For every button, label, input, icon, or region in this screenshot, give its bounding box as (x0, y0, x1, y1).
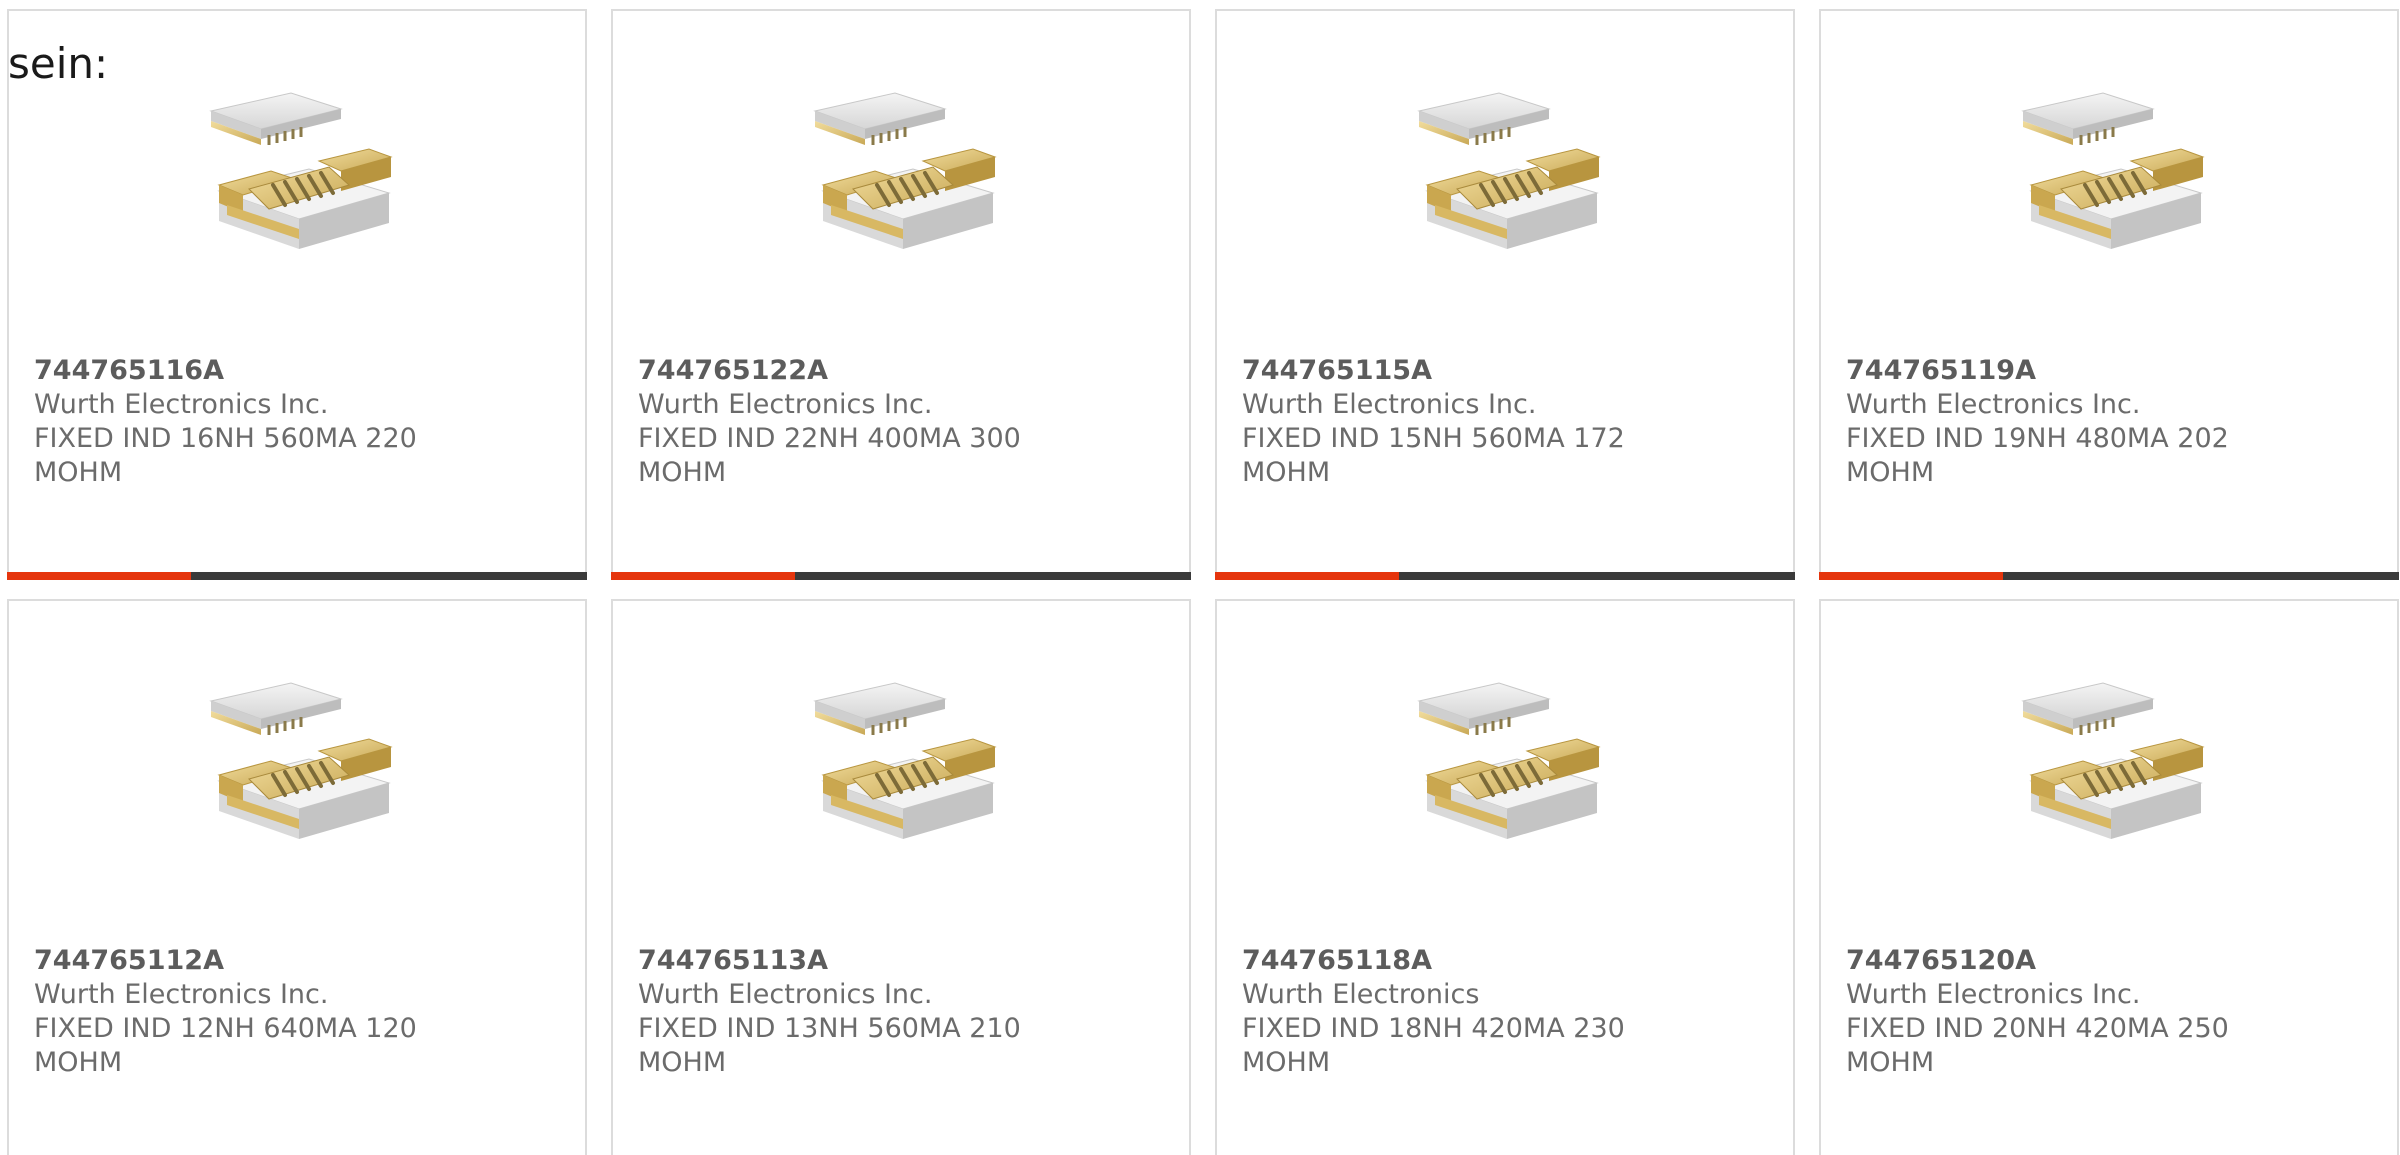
card-accent-bar (1819, 572, 2399, 580)
product-image[interactable] (2011, 79, 2211, 279)
product-card[interactable]: 744765122A Wurth Electronics Inc. FIXED … (611, 9, 1191, 580)
manufacturer: Wurth Electronics Inc. (1846, 389, 2141, 420)
product-card[interactable]: 744765116A Wurth Electronics Inc. FIXED … (7, 9, 587, 580)
product-description: FIXED IND 18NH 420MA 230 MOHM (1242, 1013, 1625, 1078)
product-description: FIXED IND 22NH 400MA 300 MOHM (638, 423, 1021, 488)
product-info: 744765119A Wurth Electronics Inc. FIXED … (1846, 354, 2246, 490)
product-description: FIXED IND 19NH 480MA 202 MOHM (1846, 423, 2229, 488)
product-card[interactable]: 744765118A Wurth Electronics FIXED IND 1… (1215, 599, 1795, 1155)
product-image[interactable] (199, 79, 399, 279)
product-card[interactable]: 744765119A Wurth Electronics Inc. FIXED … (1819, 9, 2399, 580)
product-info: 744765118A Wurth Electronics FIXED IND 1… (1242, 944, 1642, 1080)
product-info: 744765122A Wurth Electronics Inc. FIXED … (638, 354, 1038, 490)
part-number[interactable]: 744765115A (1242, 354, 1642, 388)
intro-text: sein: (8, 39, 109, 88)
product-description: FIXED IND 20NH 420MA 250 MOHM (1846, 1013, 2229, 1078)
product-image[interactable] (803, 79, 1003, 279)
manufacturer: Wurth Electronics Inc. (1242, 389, 1537, 420)
manufacturer: Wurth Electronics Inc. (34, 389, 329, 420)
product-card[interactable]: 744765120A Wurth Electronics Inc. FIXED … (1819, 599, 2399, 1155)
product-info: 744765116A Wurth Electronics Inc. FIXED … (34, 354, 434, 490)
product-description: FIXED IND 13NH 560MA 210 MOHM (638, 1013, 1021, 1078)
product-description: FIXED IND 16NH 560MA 220 MOHM (34, 423, 417, 488)
card-accent-highlight (7, 572, 192, 580)
part-number[interactable]: 744765120A (1846, 944, 2246, 978)
product-image[interactable] (2011, 669, 2211, 869)
card-accent-highlight (611, 572, 796, 580)
manufacturer: Wurth Electronics Inc. (638, 979, 933, 1010)
product-card[interactable]: 744765113A Wurth Electronics Inc. FIXED … (611, 599, 1191, 1155)
product-card[interactable]: 744765112A Wurth Electronics Inc. FIXED … (7, 599, 587, 1155)
product-description: FIXED IND 15NH 560MA 172 MOHM (1242, 423, 1625, 488)
product-description: FIXED IND 12NH 640MA 120 MOHM (34, 1013, 417, 1078)
product-grid-page: sein: 744765116A Wurth Electronics Inc. … (0, 0, 2400, 1155)
product-info: 744765120A Wurth Electronics Inc. FIXED … (1846, 944, 2246, 1080)
card-accent-bar (1215, 572, 1795, 580)
product-image[interactable] (803, 669, 1003, 869)
product-info: 744765112A Wurth Electronics Inc. FIXED … (34, 944, 434, 1080)
product-card[interactable]: 744765115A Wurth Electronics Inc. FIXED … (1215, 9, 1795, 580)
card-accent-highlight (1819, 572, 2004, 580)
manufacturer: Wurth Electronics Inc. (34, 979, 329, 1010)
part-number[interactable]: 744765113A (638, 944, 1038, 978)
manufacturer: Wurth Electronics Inc. (638, 389, 933, 420)
manufacturer: Wurth Electronics Inc. (1846, 979, 2141, 1010)
product-image[interactable] (199, 669, 399, 869)
part-number[interactable]: 744765119A (1846, 354, 2246, 388)
part-number[interactable]: 744765112A (34, 944, 434, 978)
product-info: 744765115A Wurth Electronics Inc. FIXED … (1242, 354, 1642, 490)
part-number[interactable]: 744765122A (638, 354, 1038, 388)
card-accent-bar (611, 572, 1191, 580)
part-number[interactable]: 744765116A (34, 354, 434, 388)
manufacturer: Wurth Electronics (1242, 979, 1480, 1010)
part-number[interactable]: 744765118A (1242, 944, 1642, 978)
product-image[interactable] (1407, 669, 1607, 869)
card-accent-highlight (1215, 572, 1400, 580)
product-info: 744765113A Wurth Electronics Inc. FIXED … (638, 944, 1038, 1080)
card-accent-bar (7, 572, 587, 580)
product-image[interactable] (1407, 79, 1607, 279)
